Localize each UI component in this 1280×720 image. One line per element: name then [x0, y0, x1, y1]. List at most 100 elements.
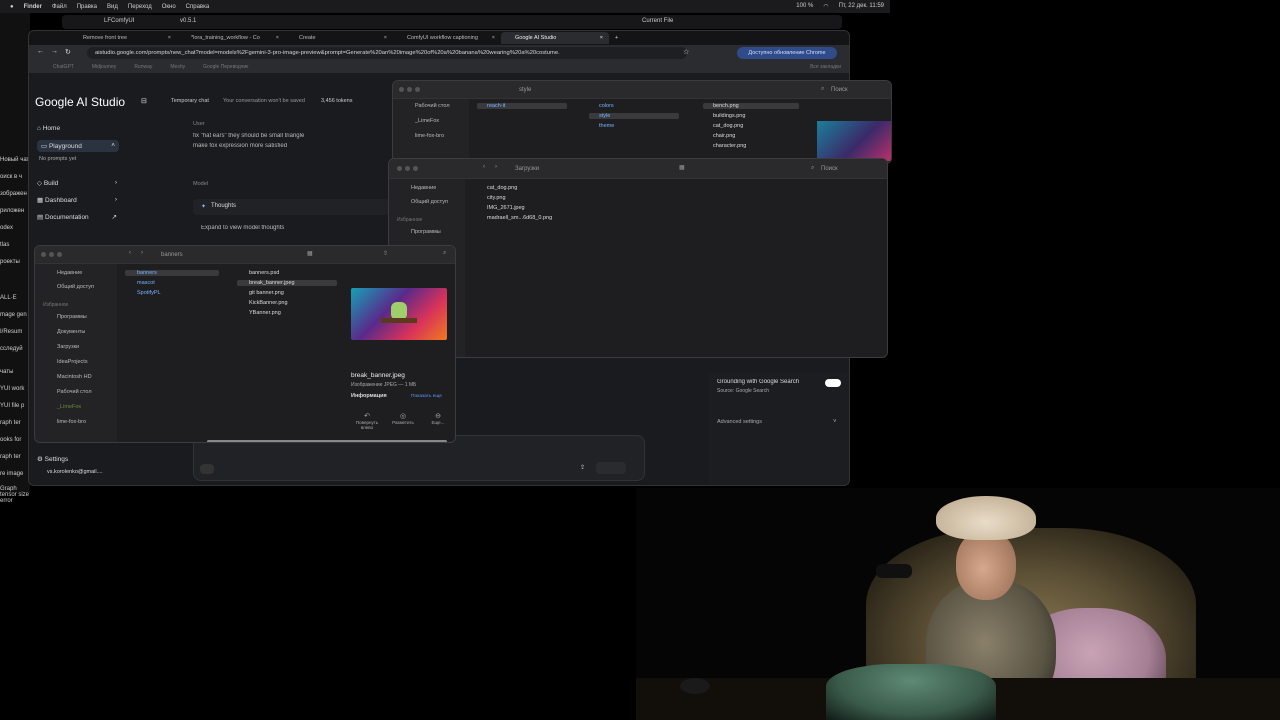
close-icon[interactable]: ×	[276, 32, 279, 44]
list-item[interactable]: raph ter	[0, 420, 21, 426]
file-row[interactable]: bench.png	[703, 103, 799, 109]
close-icon[interactable]: ×	[168, 32, 171, 44]
markup-action[interactable]: ◎ Разметить	[389, 412, 417, 425]
sidebar-item-macintosh-hd[interactable]: Macintosh HD	[57, 374, 92, 380]
folder-row[interactable]: banners	[125, 270, 219, 276]
horizontal-scrollbar[interactable]	[207, 440, 447, 442]
chrome-update-button[interactable]: Доступно обновление Chrome	[737, 47, 837, 59]
url-input[interactable]: aistudio.google.com/prompts/new_chat?mod…	[87, 47, 687, 59]
sidebar-item-shared[interactable]: Общий доступ	[411, 199, 448, 205]
minimize-dot[interactable]	[405, 166, 410, 171]
bookmark-translate[interactable]: Google Переводчик	[203, 61, 248, 73]
tab-lora-training[interactable]: *lora_training_workflow - Co ×	[177, 32, 285, 44]
tab-create[interactable]: Create ×	[285, 32, 393, 44]
chevron-down-icon[interactable]: ˅	[833, 419, 837, 425]
forward-icon[interactable]: ›	[141, 250, 143, 256]
back-icon[interactable]: ←	[37, 48, 44, 55]
folder-row[interactable]: reach-it	[477, 103, 567, 109]
folder-row[interactable]: mascot	[137, 280, 155, 286]
clock-label[interactable]: Пт, 22 дек. 11:59	[839, 3, 884, 10]
bookmark-runway[interactable]: Runway	[134, 61, 152, 73]
file-row[interactable]: IMG_2671.jpeg	[487, 205, 525, 211]
forward-icon[interactable]: ›	[495, 164, 497, 170]
nav-build[interactable]: ◇ Build ›	[37, 179, 117, 187]
file-row[interactable]: cat_dog.png	[713, 123, 743, 129]
file-row[interactable]: madraell_sm...6d68_0.png	[487, 215, 552, 221]
folder-row[interactable]: SpotifyPL	[137, 290, 161, 296]
file-row[interactable]: character.png	[713, 143, 746, 149]
sidebar-item-desktop[interactable]: Рабочий стол	[415, 103, 450, 109]
menu-finder[interactable]: Finder	[24, 4, 42, 10]
nav-dashboard[interactable]: ▦ Dashboard ›	[37, 196, 117, 204]
view-toggle-icon[interactable]: ▦	[679, 164, 685, 171]
sidebar-item-recents[interactable]: Недавние	[57, 270, 82, 276]
current-file-select[interactable]: Current File	[642, 18, 673, 24]
list-item[interactable]: ALL·E	[0, 295, 17, 301]
menu-file[interactable]: Файл	[52, 4, 67, 10]
nav-settings[interactable]: ⚙ Settings	[37, 455, 68, 463]
apple-icon[interactable]: ●	[10, 4, 14, 10]
file-row[interactable]: chair.png	[713, 133, 735, 139]
new-tab-icon[interactable]: +	[615, 35, 618, 41]
search-icon[interactable]: ⌕	[443, 250, 446, 257]
sidebar-item-limefox[interactable]: _LimeFox	[415, 118, 439, 124]
sidebar-item-recents[interactable]: Недавние	[411, 185, 436, 191]
list-item[interactable]: tlas	[0, 242, 9, 248]
file-row[interactable]: KickBanner.png	[249, 300, 288, 306]
tab-remove-front-tree[interactable]: Remove front tree ×	[69, 32, 177, 44]
list-item[interactable]: ooks for	[0, 437, 21, 443]
tab-ai-studio[interactable]: Google AI Studio ×	[501, 32, 609, 44]
list-item[interactable]: Новый чат	[0, 157, 29, 163]
bookmark-midjourney[interactable]: Midjourney	[92, 61, 116, 73]
nav-playground[interactable]: ▭ Playground ˄	[37, 140, 119, 152]
list-item[interactable]: Graph tensor size error	[0, 486, 30, 504]
close-icon[interactable]: ×	[492, 32, 495, 44]
list-item[interactable]: зображен	[0, 191, 27, 197]
list-item[interactable]: mage gen	[0, 312, 27, 318]
show-more-link[interactable]: Показать еще	[411, 394, 442, 399]
back-icon[interactable]: ‹	[483, 164, 485, 170]
close-dot[interactable]	[397, 166, 402, 171]
zoom-dot[interactable]	[413, 166, 418, 171]
attach-icon[interactable]	[200, 464, 214, 474]
temp-chat-icon[interactable]: ⊟	[141, 97, 147, 105]
grounding-toggle[interactable]	[825, 379, 841, 387]
sidebar-item-documents[interactable]: Документы	[57, 329, 85, 335]
sidebar-item-desktop[interactable]: Рабочий стол	[57, 389, 92, 395]
file-row[interactable]: cat_dog.png	[487, 185, 517, 191]
back-icon[interactable]: ‹	[129, 250, 131, 256]
close-icon[interactable]: ×	[600, 32, 603, 44]
expand-thoughts-link[interactable]: Expand to view model thoughts	[201, 225, 284, 231]
search-icon[interactable]: ⌕	[811, 165, 814, 172]
all-bookmarks[interactable]: Все закладки	[810, 61, 841, 73]
ai-studio-logo[interactable]: Google AI Studio	[35, 95, 125, 109]
sidebar-item-ideaprojects[interactable]: IdeaProjects	[57, 359, 88, 365]
menu-help[interactable]: Справка	[186, 4, 210, 10]
minimize-dot[interactable]	[49, 252, 54, 257]
run-button[interactable]	[596, 462, 626, 474]
bookmark-star-icon[interactable]: ☆	[683, 48, 689, 56]
finder-search[interactable]: Поиск	[821, 166, 838, 172]
list-item[interactable]: re image	[0, 471, 23, 477]
minimize-dot[interactable]	[407, 87, 412, 92]
menu-window[interactable]: Окно	[162, 4, 176, 10]
list-item[interactable]: I/Resum	[0, 329, 22, 335]
sidebar-item-downloads[interactable]: Загрузки	[57, 344, 79, 350]
reload-icon[interactable]: ↻	[65, 48, 71, 56]
forward-icon[interactable]: →	[51, 48, 58, 55]
folder-row[interactable]: colors	[599, 103, 614, 109]
search-icon[interactable]: ⌕	[821, 86, 824, 93]
file-row[interactable]: break_banner.jpeg	[237, 280, 337, 286]
list-item[interactable]: сследуй	[0, 346, 23, 352]
list-item[interactable]: роекты	[0, 259, 20, 265]
advanced-settings[interactable]: Advanced settings	[717, 419, 762, 425]
account-label[interactable]: vs.korolenko@gmail....	[47, 469, 127, 475]
list-item[interactable]: odex	[0, 225, 13, 231]
file-row[interactable]: buildings.png	[713, 113, 745, 119]
nav-documentation[interactable]: ▤ Documentation ↗	[37, 213, 117, 221]
sidebar-item-lime-fox-bro[interactable]: lime-fox-bro	[57, 419, 86, 425]
list-item[interactable]: риложен	[0, 208, 24, 214]
wifi-icon[interactable]: ◠	[823, 3, 828, 10]
finder-search[interactable]: Поиск	[831, 87, 848, 93]
sidebar-item-apps[interactable]: Программы	[57, 314, 87, 320]
